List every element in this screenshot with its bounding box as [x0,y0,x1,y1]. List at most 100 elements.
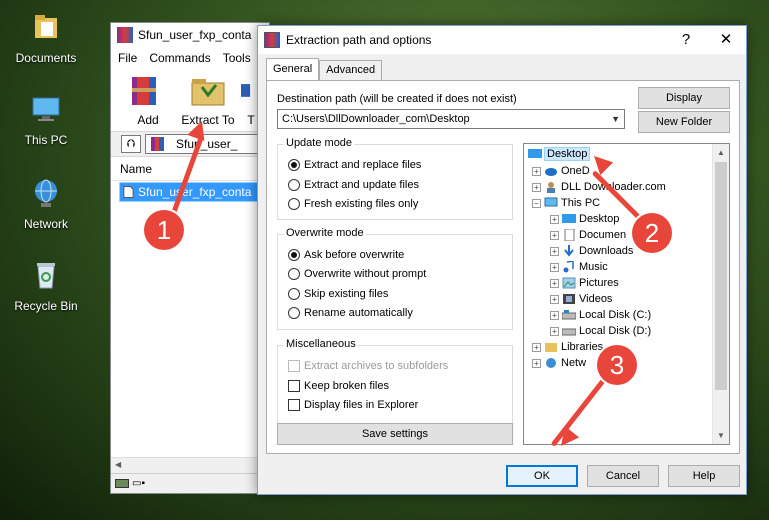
new-folder-button[interactable]: New Folder [638,111,730,133]
tree-item-documents[interactable]: + Documen [550,227,626,243]
expand-icon[interactable]: + [550,278,559,288]
radio-ask-before-overwrite[interactable]: Ask before overwrite [288,249,404,261]
expand-icon[interactable]: + [550,326,559,336]
collapse-icon[interactable]: − [532,198,541,208]
expand-icon[interactable]: + [532,358,541,368]
desktop-folder-icon [528,149,542,158]
desktop-icon-documents[interactable]: Documents [6,10,86,65]
computer-icon [544,197,558,207]
radio-button [288,179,300,191]
destination-path-combo[interactable]: C:\Users\DllDownloader_com\Desktop ▼ [277,109,625,129]
add-label: Add [137,113,159,127]
tab-general[interactable]: General [266,58,320,80]
dialog-title-bar[interactable]: Extraction path and options ? ✕ [258,26,746,54]
winrar-app-icon [117,27,133,43]
radio-extract-update[interactable]: Extract and update files [288,179,419,191]
radio-rename-automatically[interactable]: Rename automatically [288,307,413,319]
tree-label: Music [579,261,608,273]
tree-item-music[interactable]: + Music [550,259,608,275]
checkbox-display-in-explorer[interactable]: Display files in Explorer [288,399,418,411]
tree-item-libraries[interactable]: + Libraries [532,339,603,355]
radio-fresh-existing[interactable]: Fresh existing files only [288,198,418,210]
cloud-icon [545,168,557,176]
tree-item-onedrive[interactable]: + OneD [532,163,590,179]
scroll-down-icon[interactable]: ▼ [713,427,729,444]
horizontal-scrollbar[interactable]: ◀ [111,457,269,473]
tree-item-videos[interactable]: + Videos [550,291,612,307]
key-icon: ▭▪ [132,478,145,489]
desktop-folder-icon [562,214,576,223]
winrar-status-bar: ▭▪ [111,473,269,493]
tree-item-pc-desktop[interactable]: + Desktop [550,211,619,227]
expand-icon[interactable]: + [550,262,559,272]
library-icon [545,343,557,352]
tree-item-desktop[interactable]: Desktop [528,146,591,162]
pictures-icon [562,277,576,289]
music-icon [563,261,574,273]
expand-icon[interactable]: + [532,166,541,176]
winrar-menu-bar: File Commands Tools [111,47,269,69]
tree-item-network[interactable]: + Netw [532,355,586,371]
tree-item-this-pc[interactable]: − This PC [532,195,600,211]
radio-button [288,307,300,319]
tree-label: Downloads [579,245,634,257]
menu-commands[interactable]: Commands [149,51,210,65]
tree-item-downloads[interactable]: + Downloads [550,243,633,259]
expand-icon[interactable]: + [532,342,541,352]
display-button[interactable]: Display [638,87,730,109]
expand-icon[interactable]: + [550,294,559,304]
tree-label: Videos [579,293,613,305]
scroll-thumb[interactable] [715,162,727,390]
winrar-title-bar[interactable]: Sfun_user_fxp_conta [111,23,269,47]
help-button[interactable]: Help [668,465,740,487]
menu-tools[interactable]: Tools [223,51,251,65]
save-settings-button-visible[interactable]: Save settings [277,423,513,445]
option-label: Rename automatically [304,307,413,319]
up-folder-button[interactable]: ⮉ [121,135,141,153]
expand-icon[interactable]: + [550,310,559,320]
radio-skip-existing[interactable]: Skip existing files [288,288,388,300]
tree-label: Documen [579,229,627,241]
tree-label: Desktop [543,147,591,161]
network-icon [546,358,556,368]
checkbox [288,380,300,392]
menu-file[interactable]: File [118,51,137,65]
tree-item-pictures[interactable]: + Pictures [550,275,619,291]
checkbox [288,360,300,372]
archive-add-icon [132,77,156,105]
tree-item-local-disk-c[interactable]: + Local Disk (C:) [550,307,651,323]
radio-overwrite-without-prompt[interactable]: Overwrite without prompt [288,268,426,280]
option-label: Skip existing files [304,288,389,300]
user-icon [547,182,555,193]
option-label: Display files in Explorer [304,399,419,411]
archive-path-combo[interactable]: Sfun_user_ [145,134,269,154]
overwrite-mode-title: Overwrite mode [284,227,366,239]
list-item[interactable]: Sfun_user_fxp_conta [119,182,269,202]
folder-tree[interactable]: Desktop + OneD + DLL Downloader.com − Th… [523,143,730,445]
desktop-icon-this-pc[interactable]: This PC [6,92,86,147]
tab-advanced[interactable]: Advanced [319,60,383,80]
tree-vertical-scrollbar[interactable]: ▲ ▼ [712,144,729,444]
expand-icon[interactable]: + [532,182,541,192]
cancel-button[interactable]: Cancel [587,465,659,487]
ok-button[interactable]: OK [506,465,578,487]
desktop-icon-recycle-bin[interactable]: Recycle Bin [6,258,86,313]
checkbox-keep-broken-files[interactable]: Keep broken files [288,380,389,392]
option-label: Fresh existing files only [304,198,419,210]
radio-extract-replace[interactable]: Extract and replace files [288,159,421,171]
tree-item-local-disk-d[interactable]: + Local Disk (D:) [550,323,651,339]
desktop-icon-network[interactable]: Network [6,176,86,231]
help-title-button[interactable]: ? [666,26,706,54]
expand-icon[interactable]: + [550,230,559,240]
recycle-bin-icon [37,263,55,289]
hard-drive-icon [562,310,576,320]
expand-icon[interactable]: + [550,246,559,256]
expand-icon[interactable]: + [550,214,559,224]
add-button[interactable]: Add [121,73,175,131]
overwrite-mode-group: Overwrite mode Ask before overwrite Over… [277,227,513,330]
close-button[interactable]: ✕ [706,26,746,54]
scroll-up-icon[interactable]: ▲ [713,144,729,161]
step-marker-3: 3 [597,345,637,385]
scroll-left-icon: ◀ [115,460,122,469]
option-label: Ask before overwrite [304,249,405,261]
